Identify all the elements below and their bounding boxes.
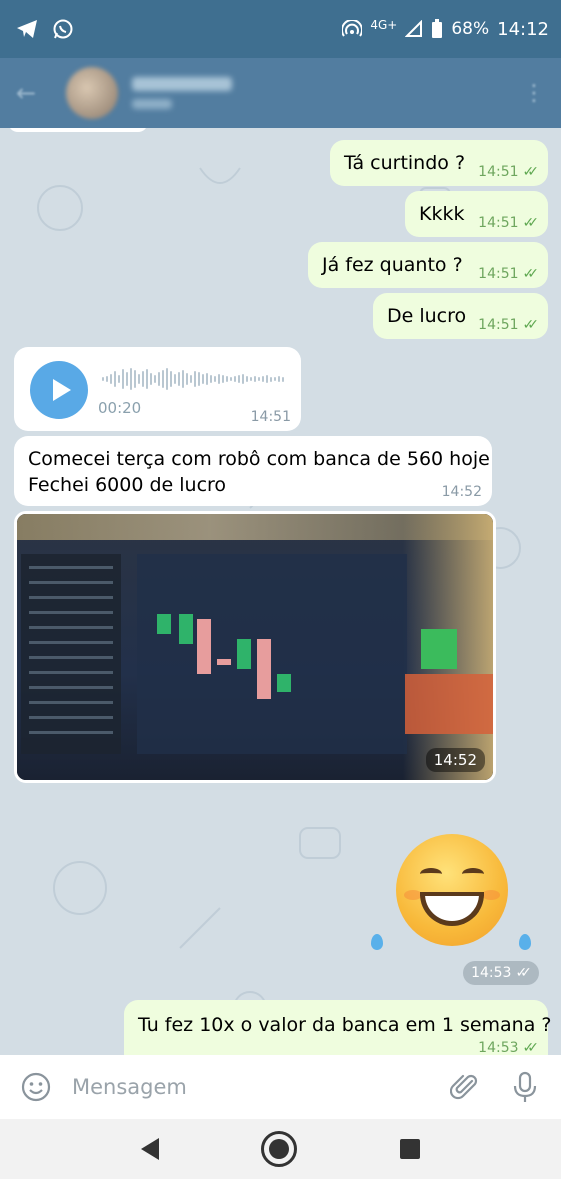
android-nav-bar bbox=[0, 1119, 561, 1179]
message-text-line-1: Comecei terça com robô com banca de 560 … bbox=[28, 448, 490, 470]
nav-recents-icon[interactable] bbox=[399, 1139, 420, 1159]
message-meta: 14:51 ✓✓ bbox=[478, 266, 540, 282]
outgoing-message[interactable]: De lucro 14:51 ✓✓ bbox=[373, 293, 548, 339]
back-arrow-icon[interactable]: ← bbox=[16, 79, 44, 107]
message-time: 14:51 bbox=[478, 215, 519, 231]
message-text: De lucro bbox=[387, 305, 467, 327]
message-meta: 14:51 ✓✓ bbox=[478, 317, 540, 333]
message-time: 14:53 bbox=[478, 1040, 519, 1055]
message-time: 14:51 bbox=[478, 317, 519, 333]
contact-name-blurred[interactable] bbox=[132, 77, 232, 109]
message-time: 14:52 bbox=[441, 484, 482, 500]
double-check-icon: ✓✓ bbox=[522, 317, 540, 333]
chat-area[interactable]: Tá curtindo ? 14:51 ✓✓ Kkkk 14:51 ✓✓ Já fe… bbox=[0, 128, 561, 1055]
double-check-icon: ✓✓ bbox=[515, 965, 532, 981]
message-meta: 14:51 ✓✓ bbox=[478, 164, 540, 180]
attach-button[interactable] bbox=[449, 1071, 481, 1103]
message-input[interactable]: Mensagem bbox=[72, 1075, 187, 1099]
chat-header: ← ⋮ bbox=[0, 58, 561, 128]
smiley-icon bbox=[21, 1072, 51, 1102]
status-bar: 4G+ 68% 14:12 bbox=[0, 0, 561, 58]
voice-waveform[interactable] bbox=[102, 367, 284, 391]
double-check-icon: ✓✓ bbox=[522, 266, 540, 282]
photo-trade-list bbox=[21, 554, 121, 754]
photo-time: 14:52 bbox=[425, 748, 485, 772]
message-text: Tá curtindo ? bbox=[344, 152, 466, 174]
outgoing-message[interactable]: Kkkk 14:51 ✓✓ bbox=[405, 191, 548, 237]
trading-screenshot-photo[interactable]: 14:52 bbox=[14, 511, 496, 783]
message-text-line-2: Fechei 6000 de lucro bbox=[28, 474, 227, 496]
play-icon bbox=[52, 379, 71, 401]
double-check-icon: ✓✓ bbox=[522, 164, 540, 180]
double-check-icon: ✓✓ bbox=[522, 1040, 540, 1055]
message-text: Kkkk bbox=[419, 203, 465, 225]
signal-icon bbox=[405, 20, 423, 37]
previous-message-edge bbox=[8, 128, 148, 132]
message-input-bar: Mensagem bbox=[0, 1055, 561, 1119]
tear-drop-icon bbox=[519, 934, 531, 950]
outgoing-message[interactable]: Já fez quanto ? 14:51 ✓✓ bbox=[308, 242, 548, 288]
tear-drop-icon bbox=[371, 934, 383, 950]
battery-percent: 68% bbox=[451, 19, 490, 39]
battery-icon bbox=[432, 19, 443, 38]
message-time: 14:51 bbox=[478, 266, 519, 282]
emoji-time-stamp: 14:53 ✓✓ bbox=[463, 961, 539, 985]
avatar[interactable] bbox=[66, 67, 118, 119]
whatsapp-icon bbox=[53, 19, 73, 39]
voice-record-button[interactable] bbox=[509, 1071, 541, 1103]
message-text: Tu fez 10x o valor da banca em 1 semana … bbox=[138, 1014, 552, 1036]
message-meta: 14:51 ✓✓ bbox=[478, 215, 540, 231]
clock: 14:12 bbox=[497, 18, 549, 40]
message-time: 14:51 bbox=[478, 164, 519, 180]
more-menu-icon[interactable]: ⋮ bbox=[523, 81, 545, 106]
message-meta: 14:53 ✓✓ bbox=[478, 1040, 540, 1055]
nav-home-icon[interactable] bbox=[261, 1131, 298, 1167]
play-button[interactable] bbox=[30, 361, 88, 419]
photo-candlestick-chart bbox=[137, 554, 407, 754]
nav-back-icon[interactable] bbox=[141, 1138, 160, 1160]
message-text: Já fez quanto ? bbox=[322, 254, 463, 276]
telegram-icon bbox=[17, 20, 37, 38]
message-time: 14:53 bbox=[471, 965, 512, 981]
outgoing-message[interactable]: Tá curtindo ? 14:51 ✓✓ bbox=[330, 140, 548, 186]
voice-duration: 00:20 bbox=[98, 399, 142, 417]
message-time: 14:51 bbox=[250, 409, 291, 425]
incoming-voice-message[interactable]: 00:20 14:51 bbox=[14, 347, 301, 431]
grinning-squinting-emoji[interactable] bbox=[396, 834, 508, 946]
outgoing-message[interactable]: Tu fez 10x o valor da banca em 1 semana … bbox=[124, 1000, 552, 1055]
hotspot-icon bbox=[342, 20, 363, 37]
paperclip-icon bbox=[450, 1074, 478, 1100]
emoji-button[interactable] bbox=[20, 1071, 52, 1103]
microphone-icon bbox=[513, 1071, 537, 1102]
double-check-icon: ✓✓ bbox=[522, 215, 540, 231]
network-type: 4G+ bbox=[370, 18, 398, 32]
incoming-message[interactable]: Comecei terça com robô com banca de 560 … bbox=[14, 436, 492, 506]
